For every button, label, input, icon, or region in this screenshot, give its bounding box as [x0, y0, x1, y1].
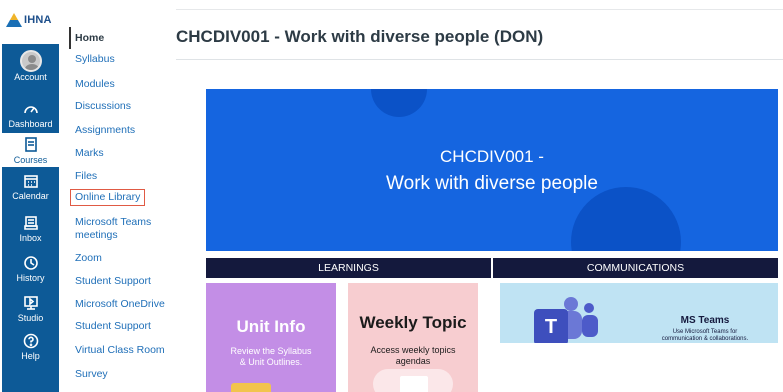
course-banner: CHCDIV001 - Work with diverse people [206, 89, 778, 251]
course-nav-microsoft-onedrive[interactable]: Microsoft OneDrive [75, 298, 165, 311]
history-icon [22, 254, 40, 272]
global-nav-label: History [16, 273, 45, 283]
active-indicator [69, 27, 71, 49]
card-subtitle-line: & Unit Outlines. [239, 357, 303, 367]
teams-person-icon [582, 315, 598, 337]
course-navigation: Home Syllabus Modules Discussions Assign… [61, 0, 171, 392]
course-nav-online-library[interactable]: Online Library [70, 189, 146, 206]
global-nav-inbox[interactable]: Inbox [2, 214, 59, 246]
course-nav-marks[interactable]: Marks [75, 147, 104, 160]
course-nav-files[interactable]: Files [75, 170, 97, 183]
course-nav-student-support[interactable]: Student Support [75, 275, 151, 288]
card-title: Weekly Topic [359, 313, 467, 332]
course-nav-modules[interactable]: Modules [75, 78, 115, 91]
card-subtitle: Review the Syllabus & Unit Outlines. [206, 346, 336, 368]
course-nav-survey[interactable]: Survey [75, 368, 108, 381]
course-nav-zoom[interactable]: Zoom [75, 252, 102, 265]
account-avatar [19, 50, 42, 72]
global-nav-studio[interactable]: Studio [2, 294, 59, 326]
global-nav-label: Inbox [19, 233, 42, 243]
logo-text: IHNA [24, 14, 52, 26]
banner-course-code: CHCDIV001 - [440, 147, 544, 166]
global-nav-label: Courses [13, 155, 48, 165]
ihna-logo-mark-icon [6, 13, 22, 27]
card-title: MS Teams [680, 315, 730, 326]
course-nav-syllabus[interactable]: Syllabus [75, 53, 115, 66]
banner-decoration-circle [571, 187, 681, 251]
card-subtitle-line: agendas [395, 356, 431, 366]
inbox-icon [22, 214, 40, 232]
card-subtitle: Access weekly topics agendas [348, 345, 478, 367]
calendar-icon [22, 172, 40, 190]
section-header-communications: COMMUNICATIONS [493, 258, 778, 278]
global-nav-history[interactable]: History [2, 254, 59, 286]
course-nav-home[interactable]: Home [75, 32, 104, 45]
ms-teams-card[interactable]: T MS Teams Use Microsoft Teams for commu… [500, 283, 778, 343]
card-subtitle-line: Access weekly topics [370, 345, 456, 355]
global-nav-courses[interactable]: Courses [2, 133, 59, 167]
book-illustration-icon [231, 383, 271, 392]
weekly-topic-card[interactable]: Weekly Topic Access weekly topics agenda… [348, 283, 478, 392]
course-nav-discussions[interactable]: Discussions [75, 100, 131, 113]
ihna-logo[interactable]: IHNA [6, 8, 56, 32]
courses-icon [22, 136, 40, 154]
help-icon [22, 332, 40, 350]
title-divider [176, 59, 783, 60]
global-nav-account[interactable]: Account [2, 50, 59, 94]
banner-decoration-circle [371, 89, 427, 117]
course-nav-student-support-2[interactable]: Student Support [75, 320, 151, 333]
global-nav-help[interactable]: Help [2, 332, 59, 364]
dashboard-icon [22, 100, 40, 118]
card-subtitle-line: Review the Syllabus [230, 346, 312, 356]
global-nav-label: Account [14, 72, 47, 82]
card-title: Unit Info [236, 317, 306, 336]
banner-course-name: Work with diverse people [386, 173, 598, 194]
global-nav-label: Studio [17, 313, 44, 323]
course-nav-assignments[interactable]: Assignments [75, 124, 135, 137]
section-header-learnings: LEARNINGS [206, 258, 491, 278]
studio-icon [22, 294, 40, 312]
header-divider [176, 9, 783, 10]
card-subtitle-line: Use Microsoft Teams for [672, 329, 738, 335]
global-nav-dashboard[interactable]: Dashboard [2, 100, 59, 130]
microsoft-teams-logo-icon: T [534, 309, 568, 343]
global-nav-calendar[interactable]: Calendar [2, 172, 59, 204]
document-illustration-icon [400, 376, 428, 392]
global-nav-label: Calendar [12, 191, 49, 201]
global-nav-label: Dashboard [8, 119, 53, 129]
course-nav-microsoft-teams-meetings[interactable]: Microsoft Teams meetings [75, 216, 167, 242]
unit-info-card[interactable]: Unit Info Review the Syllabus & Unit Out… [206, 283, 336, 392]
global-nav-label: Help [21, 351, 40, 361]
teams-person-icon [584, 303, 594, 313]
page-title: CHCDIV001 - Work with diverse people (DO… [176, 27, 544, 46]
card-subtitle-line: communication & collaborations. [661, 336, 749, 342]
card-subtitle: Use Microsoft Teams for communication & … [645, 329, 765, 343]
course-nav-virtual-class-room[interactable]: Virtual Class Room [75, 344, 165, 357]
global-navigation: IHNA Account Dashboard Courses Calendar … [0, 0, 61, 392]
